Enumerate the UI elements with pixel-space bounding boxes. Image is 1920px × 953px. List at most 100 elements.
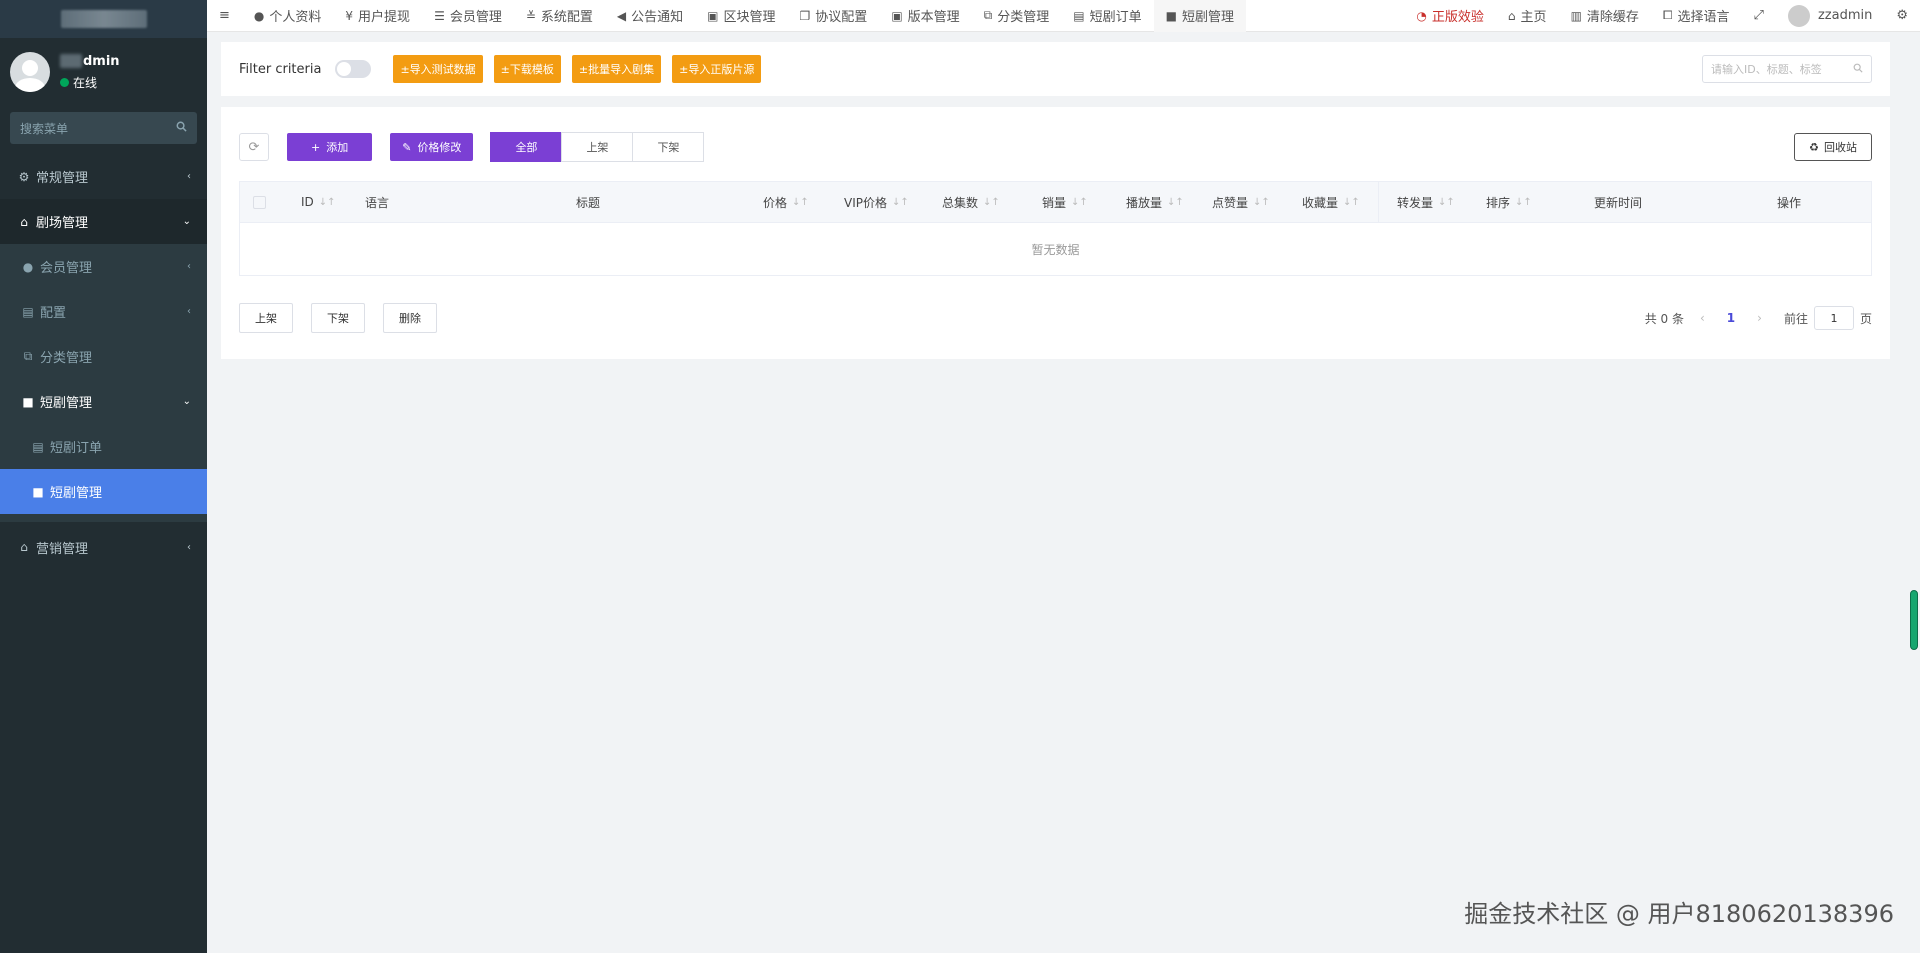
tab-versions[interactable]: ▣ 版本管理 <box>879 0 971 32</box>
sidebar-item-shortdrama[interactable]: ■ 短剧管理 ⌄ <box>0 379 207 424</box>
sort-icon[interactable]: ↓↑ <box>319 197 336 208</box>
search-icon[interactable] <box>176 121 187 135</box>
file-icon: ▤ <box>32 439 44 454</box>
genuine-check-link[interactable]: ◔ 正版效验 <box>1404 0 1496 32</box>
image-icon: ▣ <box>707 8 719 23</box>
select-all-checkbox[interactable] <box>253 195 266 209</box>
download-template-button[interactable]: ±下载模板 <box>493 55 561 83</box>
sidebar-item-drama-manage[interactable]: ■ 短剧管理 <box>0 469 207 514</box>
sidebar-item-category[interactable]: ⧉ 分类管理 <box>0 334 207 379</box>
tab-announcement[interactable]: ◀ 公告通知 <box>605 0 695 32</box>
recycle-bin-button[interactable]: ♻ 回收站 <box>1794 133 1872 161</box>
avatar <box>1787 4 1810 27</box>
sort-icon[interactable]: ↓↑ <box>1343 197 1360 208</box>
col-sales[interactable]: 销量 ↓↑ <box>1042 194 1088 211</box>
segment-all[interactable]: 全部 <box>490 132 563 162</box>
expand-icon: ⤢ <box>1753 8 1764 23</box>
sidebar-item-config[interactable]: ▤ 配置 ‹ <box>0 289 207 334</box>
tab-category[interactable]: ⧉ 分类管理 <box>972 0 1062 32</box>
filter-criteria-toggle[interactable] <box>335 60 372 78</box>
copy-icon: ❐ <box>799 8 811 23</box>
col-vip-price[interactable]: VIP价格 ↓↑ <box>844 194 909 211</box>
tab-drama-manage[interactable]: ■ 短剧管理 <box>1153 0 1246 32</box>
col-favorites[interactable]: 收藏量 ↓↑ <box>1302 194 1360 211</box>
import-test-data-button[interactable]: ±导入测试数据 <box>393 55 483 83</box>
tab-drama-orders[interactable]: ▤ 短剧订单 <box>1061 0 1153 32</box>
sidebar-item-marketing[interactable]: ⌂ 营销管理 ‹ <box>0 522 207 572</box>
logo[interactable] <box>0 0 207 38</box>
bulk-off-shelf-button[interactable]: 下架 <box>311 303 365 333</box>
sort-icon[interactable]: ↓↑ <box>892 197 909 208</box>
settings-button[interactable]: ⚙ <box>1884 0 1920 32</box>
tab-profile[interactable]: ● 个人资料 <box>242 0 334 32</box>
sort-icon[interactable]: ↓↑ <box>1071 197 1088 208</box>
prev-page-icon[interactable]: ‹ <box>1700 311 1705 325</box>
refresh-icon: ⟳ <box>248 139 260 155</box>
menu-toggle-button[interactable]: ≡ <box>207 0 242 32</box>
col-likes[interactable]: 点赞量 ↓↑ <box>1212 194 1270 211</box>
refresh-button[interactable]: ⟳ <box>239 133 269 161</box>
list-icon: ☰ <box>434 8 445 23</box>
user-panel: dmin 在线 <box>0 38 207 106</box>
next-page-icon[interactable]: › <box>1757 311 1762 325</box>
segment-on-shelf[interactable]: 上架 <box>561 132 634 162</box>
col-id[interactable]: ID ↓↑ <box>301 195 336 209</box>
sort-icon[interactable]: ↓↑ <box>792 197 809 208</box>
user-menu[interactable]: zzadmin <box>1776 0 1884 32</box>
tab-system-config[interactable]: ≚ 系统配置 <box>514 0 605 32</box>
recycle-icon: ♻ <box>1809 140 1819 154</box>
pagination: 共 0 条 ‹ 1 › 前往 1 页 <box>1645 306 1872 330</box>
table-header: ID ↓↑ 语言 标题 价格 ↓↑ VIP价格 ↓↑ 总集数 ↓↑ 销量 ↓↑ 播放量 ↓↑… <box>240 182 1871 222</box>
bulk-on-shelf-button[interactable]: 上架 <box>239 303 293 333</box>
tab-blocks[interactable]: ▣ 区块管理 <box>695 0 787 32</box>
drama-table: ID ↓↑ 语言 标题 价格 ↓↑ VIP价格 ↓↑ 总集数 ↓↑ 销量 ↓↑ 播放量 ↓↑… <box>239 181 1872 276</box>
import-genuine-source-button[interactable]: ±导入正版片源 <box>672 55 762 83</box>
hamburger-icon: ≡ <box>219 8 230 23</box>
user-name: dmin <box>60 54 120 69</box>
empty-state: 暂无数据 <box>240 222 1871 275</box>
file-icon: ▤ <box>1073 8 1085 23</box>
pencil-icon: ✎ <box>402 140 412 154</box>
chevron-left-icon: ‹ <box>187 541 191 553</box>
gears-icon: ⚙ <box>18 169 30 184</box>
tab-members[interactable]: ☰ 会员管理 <box>422 0 514 32</box>
sidebar-item-general[interactable]: ⚙ 常规管理 ‹ <box>0 154 207 199</box>
tab-withdraw[interactable]: ¥ 用户提现 <box>333 0 422 32</box>
rss-icon: ◔ <box>1416 8 1427 23</box>
col-language: 语言 <box>365 195 390 210</box>
sidebar-item-theater[interactable]: ⌂ 剧场管理 ⌄ <box>0 199 207 244</box>
fullscreen-button[interactable]: ⤢ <box>1742 0 1776 32</box>
online-dot-icon <box>60 77 69 87</box>
avatar <box>10 52 50 92</box>
search-input[interactable]: 请输入ID、标题、标签 <box>1702 55 1872 83</box>
sort-icon[interactable]: ↓↑ <box>1167 197 1184 208</box>
sitemap-icon: ⧉ <box>23 349 33 363</box>
batch-import-episodes-button[interactable]: ±批量导入剧集 <box>571 55 662 83</box>
sort-icon[interactable]: ↓↑ <box>1438 197 1455 208</box>
sort-icon[interactable]: ↓↑ <box>1515 197 1532 208</box>
total-count: 共 0 条 <box>1644 311 1684 326</box>
page-suffix: 页 <box>1859 311 1872 326</box>
add-button[interactable]: + 添加 <box>287 133 373 161</box>
home-link[interactable]: ⌂ 主页 <box>1496 0 1559 32</box>
sidebar-item-drama-orders[interactable]: ▤ 短剧订单 <box>0 424 207 469</box>
segment-off-shelf[interactable]: 下架 <box>632 132 705 162</box>
price-edit-button[interactable]: ✎ 价格修改 <box>390 133 474 161</box>
col-episodes[interactable]: 总集数 ↓↑ <box>942 194 1000 211</box>
col-sort[interactable]: 排序 ↓↑ <box>1486 194 1532 211</box>
col-shares[interactable]: 转发量 ↓↑ <box>1397 194 1455 211</box>
tab-agreements[interactable]: ❐ 协议配置 <box>788 0 880 32</box>
col-price[interactable]: 价格 ↓↑ <box>763 194 809 211</box>
col-plays[interactable]: 播放量 ↓↑ <box>1126 194 1184 211</box>
menu-search-input[interactable]: 搜索菜单 <box>10 112 197 144</box>
sort-icon[interactable]: ↓↑ <box>1253 197 1270 208</box>
goto-page-input[interactable]: 1 <box>1813 306 1854 330</box>
sidebar-item-members[interactable]: ● 会员管理 ‹ <box>0 244 207 289</box>
bulk-delete-button[interactable]: 删除 <box>383 303 437 333</box>
sort-icon[interactable]: ↓↑ <box>983 197 1000 208</box>
scroll-handle[interactable] <box>1910 590 1918 650</box>
image-icon: ▣ <box>891 8 903 23</box>
current-page[interactable]: 1 <box>1727 311 1735 325</box>
clear-cache-button[interactable]: ▥ 清除缓存 <box>1559 0 1651 32</box>
language-select[interactable]: ⧠ 选择语言 <box>1651 0 1742 32</box>
